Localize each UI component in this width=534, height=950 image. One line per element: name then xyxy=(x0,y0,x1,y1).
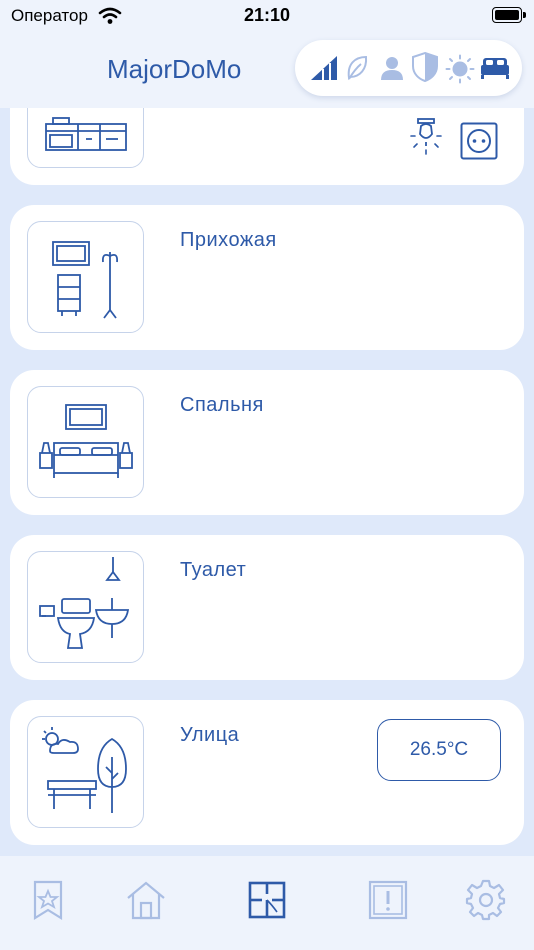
home-icon[interactable] xyxy=(124,878,168,922)
room-card-bedroom[interactable]: Спальня xyxy=(10,370,524,515)
status-bar: Оператор 21:10 xyxy=(0,0,534,32)
floor-plan-icon[interactable] xyxy=(245,878,289,922)
tab-bar xyxy=(0,856,534,950)
room-thumbnail xyxy=(27,551,144,663)
temperature-readout[interactable]: 26.5°C xyxy=(377,719,501,781)
bed-icon[interactable] xyxy=(480,56,510,80)
alert-icon[interactable] xyxy=(366,878,410,922)
settings-icon[interactable] xyxy=(464,878,508,922)
favorites-icon[interactable] xyxy=(26,878,70,922)
ceiling-lamp-icon[interactable] xyxy=(408,118,444,158)
security-shield-icon[interactable] xyxy=(411,51,439,83)
street-icon xyxy=(42,727,127,813)
room-card-toilet[interactable]: Туалет xyxy=(10,535,524,680)
room-card-hallway[interactable]: Прихожая xyxy=(10,205,524,350)
clock: 21:10 xyxy=(243,5,291,25)
room-thumbnail xyxy=(27,386,144,498)
room-card-kitchen[interactable] xyxy=(10,108,524,185)
mode-selector xyxy=(295,40,522,96)
room-thumbnail xyxy=(27,716,144,828)
header: MajorDoMo xyxy=(0,32,534,108)
power-socket-icon[interactable] xyxy=(460,122,498,160)
toilet-icon xyxy=(39,557,130,649)
room-name: Туалет xyxy=(180,559,247,581)
person-icon[interactable] xyxy=(379,54,405,82)
sun-icon[interactable] xyxy=(445,54,475,84)
room-thumbnail xyxy=(27,108,144,168)
hallway-icon xyxy=(52,241,119,319)
bedroom-icon xyxy=(39,404,133,478)
room-name: Улица xyxy=(180,724,240,746)
eco-leaf-icon[interactable] xyxy=(345,54,369,82)
room-thumbnail xyxy=(27,221,144,333)
kitchen-icon xyxy=(45,117,127,151)
app-title: MajorDoMo xyxy=(107,54,242,84)
room-card-street[interactable]: Улица 26.5°C xyxy=(10,700,524,845)
battery-icon xyxy=(492,7,526,23)
room-name: Спальня xyxy=(180,394,264,416)
signal-icon[interactable] xyxy=(309,54,339,82)
room-list[interactable]: Прихожая Спальня Туалет Улица 26.5°C xyxy=(0,108,534,856)
room-name: Прихожая xyxy=(180,229,277,251)
